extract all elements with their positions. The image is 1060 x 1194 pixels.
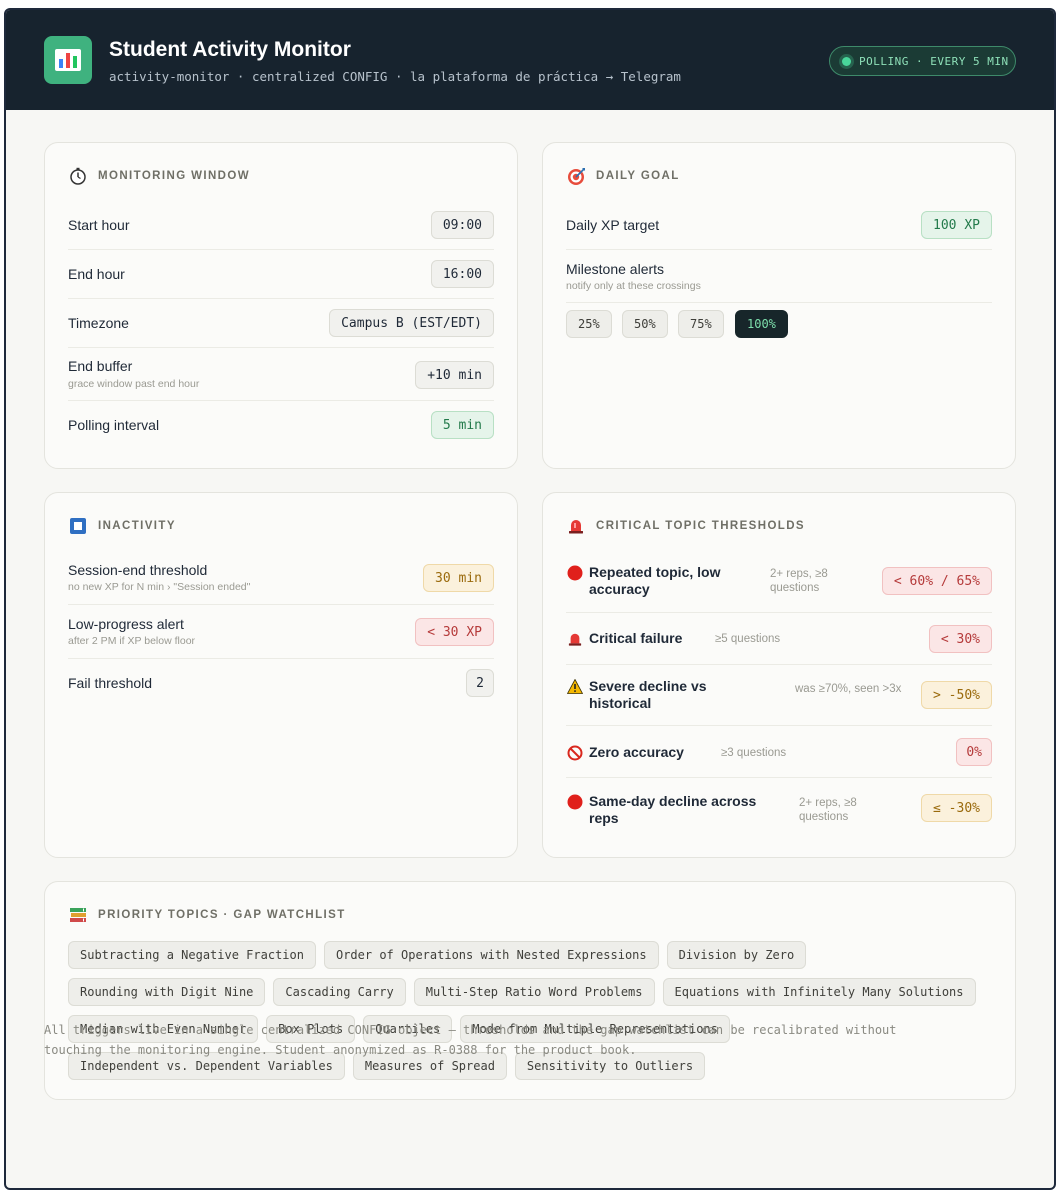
topic-chip[interactable]: Cascading Carry	[273, 978, 406, 1006]
daily-xp-target-value[interactable]: 100 XP	[921, 211, 992, 239]
start-hour-value[interactable]: 09:00	[430, 211, 494, 239]
milestone-chip-75[interactable]: 75%	[678, 310, 724, 338]
config-footnote: All triggers live in a single centralize…	[44, 1023, 897, 1057]
bar-chart-icon	[44, 36, 92, 84]
end-buffer-row: End buffer grace window past end hour +1…	[68, 348, 494, 401]
topic-chip[interactable]: Multi-Step Ratio Word Problems	[413, 978, 655, 1006]
session-end-threshold-value[interactable]: 30 min	[423, 564, 494, 592]
end-hour-row: End hour 16:00	[68, 250, 494, 299]
row-hint: 2+ reps, ≥8 questions	[799, 797, 857, 823]
app-subtitle: activity-monitor · centralized CONFIG · …	[109, 69, 681, 84]
same-day-decline-row: Same-day decline across reps 2+ reps, ≥8…	[566, 778, 992, 840]
milestone-chip-50[interactable]: 50%	[622, 310, 668, 338]
low-progress-alert-value[interactable]: < 30 XP	[415, 618, 494, 646]
books-icon	[68, 905, 88, 925]
row-label: Timezone	[68, 315, 129, 331]
red-circle-icon	[566, 564, 583, 581]
same-day-decline-value[interactable]: ≤ -30%	[921, 794, 992, 822]
daily-goal-title: DAILY GOAL	[596, 170, 680, 182]
row-hint: notify only at these crossings	[566, 280, 701, 292]
zero-accuracy-value[interactable]: 0%	[956, 738, 992, 766]
repeated-topic-row: Repeated topic, low accuracy 2+ reps, ≥8…	[566, 551, 992, 613]
row-label: Critical failure	[566, 630, 682, 647]
prohibited-icon	[566, 744, 583, 761]
row-label: End hour	[68, 266, 125, 282]
zero-accuracy-row: Zero accuracy ≥3 questions 0%	[566, 726, 992, 778]
row-label: Repeated topic, low accuracy	[566, 564, 751, 598]
severe-decline-row: Severe decline vs historical was ≥70%, s…	[566, 665, 992, 726]
app-title: Student Activity Monitor	[109, 38, 351, 61]
timezone-value[interactable]: Campus B (EST/EDT)	[329, 309, 494, 337]
row-hint: ≥3 questions	[721, 747, 787, 759]
topic-chip[interactable]: Subtracting a Negative Fraction	[68, 941, 316, 969]
siren-icon	[566, 516, 586, 536]
milestone-chip-100[interactable]: 100%	[735, 310, 788, 338]
critical-failure-value[interactable]: < 30%	[928, 625, 992, 653]
fail-threshold-value[interactable]: 2	[466, 669, 494, 697]
row-hint: grace window past end hour	[68, 378, 200, 390]
daily-goal-card: DAILY GOAL Daily XP target 100 XP Milest…	[542, 142, 1016, 469]
status-dot-icon	[842, 56, 851, 66]
polling-interval-value[interactable]: 5 min	[430, 411, 494, 439]
priority-topics-title: PRIORITY TOPICS · GAP WATCHLIST	[98, 909, 346, 921]
monitoring-window-card: MONITORING WINDOW Start hour 09:00 End h…	[44, 142, 518, 469]
timezone-row: Timezone Campus B (EST/EDT)	[68, 299, 494, 348]
app-header: Student Activity Monitor activity-monito…	[6, 10, 1054, 110]
critical-thresholds-card: CRITICAL TOPIC THRESHOLDS Repeated topic…	[542, 492, 1016, 858]
milestone-chip-25[interactable]: 25%	[566, 310, 612, 338]
siren-icon	[566, 630, 583, 647]
app-window: Student Activity Monitor activity-monito…	[4, 8, 1056, 1190]
inactivity-title: INACTIVITY	[98, 520, 176, 532]
polling-status-badge: POLLING · EVERY 5 MIN	[829, 46, 1016, 76]
topic-chip[interactable]: Order of Operations with Nested Expressi…	[323, 941, 659, 969]
daily-xp-target-row: Daily XP target 100 XP	[566, 201, 992, 250]
row-label: Milestone alerts	[566, 261, 665, 277]
stopwatch-icon	[68, 166, 88, 186]
row-label: Same-day decline across reps	[566, 793, 776, 827]
repeated-topic-value[interactable]: < 60% / 65%	[881, 567, 992, 595]
stop-square-icon	[68, 516, 88, 536]
row-hint: 2+ reps, ≥8 questions	[770, 568, 828, 594]
milestone-alerts-row: Milestone alerts notify only at these cr…	[566, 250, 992, 303]
severe-decline-value[interactable]: > -50%	[921, 681, 992, 709]
row-label: Severe decline vs historical	[566, 678, 756, 712]
target-icon	[566, 166, 586, 186]
row-label: End buffer	[68, 358, 133, 374]
warning-icon	[566, 678, 583, 695]
topic-chip[interactable]: Division by Zero	[666, 941, 807, 969]
row-label: Session-end threshold	[68, 562, 208, 578]
row-hint: no new XP for N min › "Session ended"	[68, 581, 251, 593]
polling-interval-row: Polling interval 5 min	[68, 401, 494, 450]
inactivity-card: INACTIVITY Session-end threshold no new …	[44, 492, 518, 858]
critical-failure-row: Critical failure ≥5 questions < 30%	[566, 613, 992, 665]
start-hour-row: Start hour 09:00	[68, 201, 494, 250]
priority-topics-card: PRIORITY TOPICS · GAP WATCHLIST Subtract…	[44, 881, 1016, 1100]
row-label: Zero accuracy	[566, 744, 684, 761]
end-buffer-value[interactable]: +10 min	[415, 361, 494, 389]
row-label: Polling interval	[68, 417, 160, 433]
end-hour-value[interactable]: 16:00	[430, 260, 494, 288]
row-hint: after 2 PM if XP below floor	[68, 635, 196, 647]
row-label: Daily XP target	[566, 217, 660, 233]
red-circle-icon	[566, 793, 583, 810]
polling-status-text: POLLING · EVERY 5 MIN	[859, 54, 1009, 68]
low-progress-alert-row: Low-progress alert after 2 PM if XP belo…	[68, 605, 494, 659]
row-label: Fail threshold	[68, 675, 153, 691]
row-hint: was ≥70%, seen >3x	[795, 683, 902, 695]
topic-chip-list: Subtracting a Negative Fraction Order of…	[68, 941, 992, 1089]
row-label: Start hour	[68, 217, 130, 233]
fail-threshold-row: Fail threshold 2	[68, 659, 494, 708]
row-label: Low-progress alert	[68, 616, 184, 632]
critical-thresholds-title: CRITICAL TOPIC THRESHOLDS	[596, 520, 805, 532]
topic-chip[interactable]: Rounding with Digit Nine	[68, 978, 266, 1006]
row-hint: ≥5 questions	[715, 633, 781, 645]
monitoring-window-title: MONITORING WINDOW	[98, 170, 250, 182]
session-end-threshold-row: Session-end threshold no new XP for N mi…	[68, 551, 494, 605]
topic-chip[interactable]: Equations with Infinitely Many Solutions	[662, 978, 976, 1006]
